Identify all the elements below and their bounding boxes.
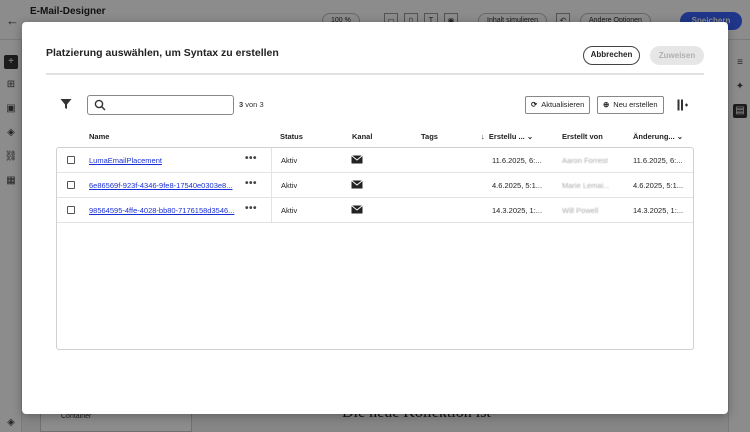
table-row[interactable]: 98564595-4ffe-4028-bb80-7176158d3546... …	[57, 198, 693, 223]
column-header-channel[interactable]: Kanal	[352, 132, 372, 141]
placements-table: LumaEmailPlacement ••• Aktiv 11.6.2025, …	[56, 147, 694, 350]
created-by-cell: Aaron Forrest	[562, 156, 608, 165]
created-label: Erstellu ...	[488, 132, 525, 141]
refresh-button[interactable]: ⟳ Aktualisieren	[525, 96, 591, 114]
row-checkbox[interactable]	[67, 206, 75, 214]
column-header-modified[interactable]: Änderung... ⌄	[633, 132, 683, 141]
email-icon	[351, 180, 363, 189]
modified-cell: 11.6.2025, 6:...	[633, 156, 683, 165]
assign-button[interactable]: Zuweisen	[650, 46, 704, 65]
cancel-button[interactable]: Abbrechen	[583, 46, 640, 65]
sort-descending-icon: ↓	[481, 132, 485, 141]
table-row[interactable]: 6e86569f-923f-4346-9fe8-17540e0303e8... …	[57, 173, 693, 198]
column-header-name[interactable]: Name	[89, 132, 109, 141]
email-icon	[351, 205, 363, 214]
created-cell: 4.6.2025, 5:1...	[492, 181, 543, 190]
dialog-divider	[46, 73, 704, 75]
create-new-button[interactable]: ⊕ Neu erstellen	[597, 96, 664, 114]
row-separator	[271, 148, 272, 173]
created-cell: 14.3.2025, 1:...	[492, 206, 543, 215]
column-header-created-by[interactable]: Erstellt von	[562, 132, 603, 141]
created-by-cell: Will Powell	[562, 206, 599, 215]
create-new-label: Neu erstellen	[613, 100, 658, 109]
row-separator	[271, 198, 272, 223]
row-separator	[271, 173, 272, 198]
row-checkbox[interactable]	[67, 156, 75, 164]
modified-label: Änderung...	[633, 132, 675, 141]
refresh-label: Aktualisieren	[541, 100, 585, 109]
table-row[interactable]: LumaEmailPlacement ••• Aktiv 11.6.2025, …	[57, 148, 693, 173]
chevron-down-icon: ⌄	[526, 132, 534, 141]
created-cell: 11.6.2025, 6:...	[492, 156, 542, 165]
placement-name-link[interactable]: 98564595-4ffe-4028-bb80-7176158d3546...	[89, 206, 239, 215]
placement-dialog: Platzierung auswählen, um Syntax zu erst…	[22, 22, 728, 414]
column-header-status[interactable]: Status	[280, 132, 303, 141]
email-icon	[351, 155, 363, 164]
placement-name-link[interactable]: LumaEmailPlacement	[89, 156, 239, 165]
column-header-tags[interactable]: Tags	[421, 132, 438, 141]
more-actions-icon[interactable]: •••	[245, 203, 257, 214]
filter-icon[interactable]	[60, 98, 72, 110]
search-field[interactable]	[87, 95, 234, 115]
modified-cell: 14.3.2025, 1:...	[633, 206, 684, 215]
status-cell: Aktiv	[281, 181, 298, 190]
more-actions-icon[interactable]: •••	[245, 178, 257, 189]
modified-cell: 4.6.2025, 5:1...	[633, 181, 684, 190]
refresh-icon: ⟳	[531, 100, 538, 109]
count-current: 3	[239, 100, 244, 109]
dialog-title: Platzierung auswählen, um Syntax zu erst…	[46, 47, 279, 59]
search-icon	[94, 99, 106, 111]
status-cell: Aktiv	[281, 156, 298, 165]
status-cell: Aktiv	[281, 206, 298, 215]
count-total: von 3	[245, 100, 264, 109]
chevron-down-icon: ⌄	[676, 132, 684, 141]
column-settings-icon[interactable]	[677, 99, 689, 111]
result-count: 3 von 3	[239, 100, 264, 109]
search-input[interactable]	[110, 98, 230, 112]
created-by-cell: Marie Lemai...	[562, 181, 610, 190]
placement-name-link[interactable]: 6e86569f-923f-4346-9fe8-17540e0303e8...	[89, 181, 239, 190]
row-checkbox[interactable]	[67, 181, 75, 189]
column-header-created[interactable]: ↓ Erstellu ... ⌄	[481, 132, 533, 141]
more-actions-icon[interactable]: •••	[245, 153, 257, 164]
add-circle-icon: ⊕	[603, 100, 610, 109]
